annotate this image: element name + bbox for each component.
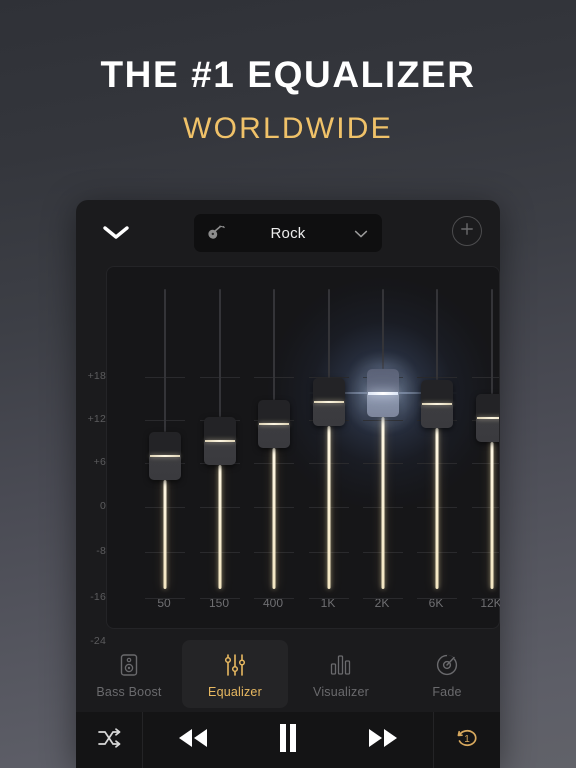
speaker-icon [118, 653, 140, 677]
slider-track-upper [164, 289, 166, 432]
slider-thumb[interactable] [313, 378, 345, 426]
app-header: Rock [76, 200, 500, 266]
page-title: THE #1 EQUALIZER [100, 54, 476, 95]
eq-slider-2k[interactable] [360, 267, 406, 628]
transport-controls [142, 712, 434, 768]
plus-circle-icon [459, 221, 475, 242]
slider-track-upper [219, 289, 221, 417]
db-tick-label: 0 [99, 500, 106, 512]
eq-slider-150[interactable] [197, 267, 243, 628]
slider-thumb[interactable] [421, 380, 453, 428]
eq-slider-12k[interactable] [469, 267, 499, 628]
tab-label: Bass Boost [96, 684, 162, 699]
promo-headline-block: THE #1 EQUALIZER WORLDWIDE [0, 52, 576, 147]
slider-track-lower [327, 426, 331, 589]
tab-fade[interactable]: Fade [394, 640, 500, 708]
equalizer-board[interactable] [106, 266, 500, 629]
slider-thumb[interactable] [258, 400, 290, 448]
slider-tick-marks [472, 267, 499, 628]
slider-track-lower [272, 448, 276, 589]
slider-track-lower [163, 480, 167, 589]
slider-track-lower [490, 442, 494, 589]
bars-icon [329, 653, 353, 677]
slider-track-upper [273, 289, 275, 400]
tab-visualizer[interactable]: Visualizer [288, 640, 394, 708]
guitar-icon [207, 223, 227, 243]
slider-thumb[interactable] [476, 394, 499, 442]
eq-slider-400[interactable] [251, 267, 297, 628]
slider-thumb[interactable] [367, 369, 399, 417]
fast-forward-button[interactable] [366, 727, 400, 754]
chevron-down-icon [103, 225, 129, 241]
slider-track-upper [382, 289, 384, 369]
repeat-one-icon: 1 [454, 726, 480, 755]
db-tick-label: -16 [90, 591, 106, 603]
preset-selector[interactable]: Rock [194, 214, 382, 252]
db-tick-label: +6 [93, 456, 106, 468]
slider-thumb[interactable] [204, 417, 236, 465]
rewind-button[interactable] [176, 727, 210, 754]
app-panel: Rock +18 +12 +6 0 -8 -16 -24 50 150 400 1K 2K 6K 12K… [76, 200, 500, 768]
collapse-button[interactable] [96, 217, 136, 249]
repeat-one-button[interactable]: 1 [434, 712, 500, 768]
page-subtitle: WORLDWIDE [183, 112, 393, 145]
chevron-down-icon [354, 227, 368, 239]
eq-slider-50[interactable] [142, 267, 188, 628]
player-bar: 1 [76, 712, 500, 768]
slider-track-lower [435, 428, 439, 589]
slider-thumb[interactable] [149, 432, 181, 480]
svg-text:1: 1 [464, 734, 470, 745]
fast-forward-icon [366, 727, 400, 754]
pause-button[interactable] [277, 723, 299, 758]
tab-bar: Bass Boost Equalizer Visualizer Fade [76, 640, 500, 708]
rewind-icon [176, 727, 210, 754]
eq-slider-6k[interactable] [414, 267, 460, 628]
eq-slider-1k[interactable] [306, 267, 352, 628]
tab-label: Visualizer [313, 684, 369, 699]
fade-circle-icon [435, 653, 459, 677]
pause-icon [277, 723, 299, 758]
db-tick-label: +12 [87, 413, 106, 425]
db-tick-label: +18 [87, 370, 106, 382]
sliders-icon [223, 653, 247, 677]
tab-bass-boost[interactable]: Bass Boost [76, 640, 182, 708]
slider-track-upper [491, 289, 493, 394]
slider-track-upper [436, 289, 438, 380]
tab-equalizer[interactable]: Equalizer [182, 640, 288, 708]
shuffle-button[interactable] [76, 712, 142, 768]
tab-label: Fade [432, 684, 462, 699]
tab-label: Equalizer [208, 684, 262, 699]
slider-track-lower [218, 465, 222, 589]
add-preset-button[interactable] [452, 216, 482, 246]
db-scale-axis: +18 +12 +6 0 -8 -16 -24 [76, 266, 106, 647]
db-tick-label: -8 [96, 545, 106, 557]
slider-track-lower [381, 417, 385, 589]
equalizer-area: +18 +12 +6 0 -8 -16 -24 50 150 400 1K 2K 6K 12K [76, 266, 500, 647]
shuffle-icon [96, 727, 122, 754]
slider-track-upper [328, 289, 330, 378]
